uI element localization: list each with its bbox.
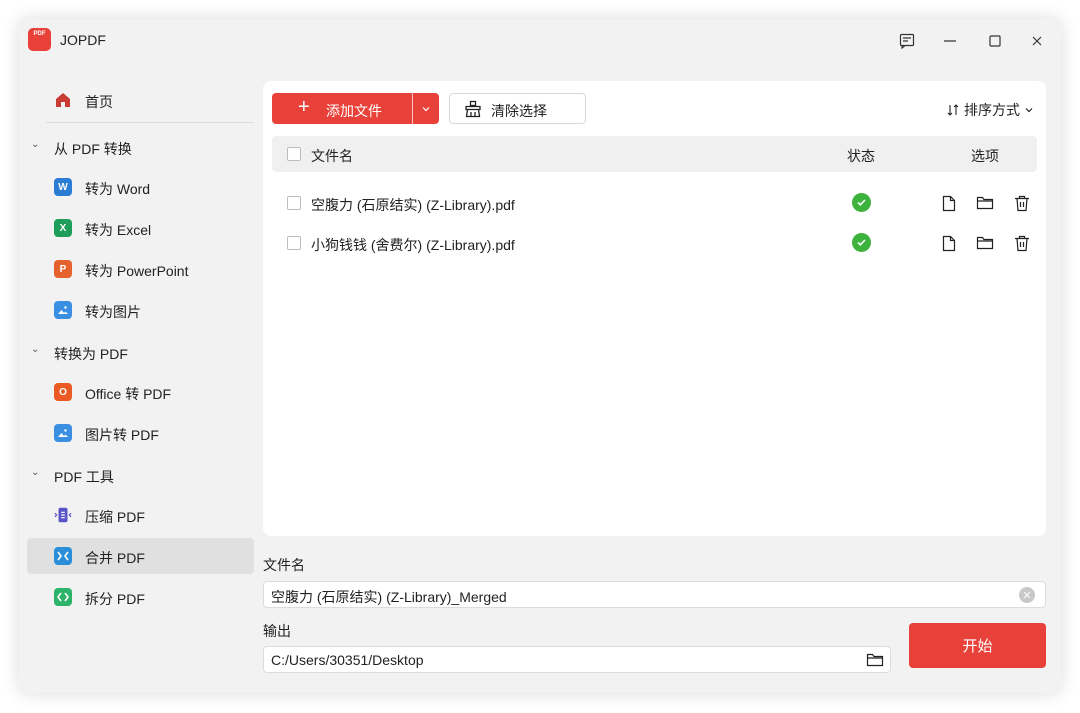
sidebar-item-merge-pdf[interactable]: 合并 PDF (27, 538, 254, 574)
feedback-button[interactable] (892, 27, 922, 55)
title-bar: PDF JOPDF (19, 19, 1061, 63)
compress-icon (54, 506, 72, 524)
output-filename-label: 文件名 (263, 557, 305, 573)
sidebar-group-to-pdf[interactable]: ⌄ 转换为 PDF (27, 337, 254, 367)
sidebar-item-home[interactable]: 首页 (27, 82, 254, 118)
plus-icon: + (298, 96, 310, 118)
sidebar-item-label: 压缩 PDF (85, 509, 145, 525)
select-all-checkbox[interactable] (287, 147, 301, 161)
clear-selection-button[interactable]: 清除选择 (449, 93, 586, 124)
open-file-button[interactable] (939, 233, 959, 253)
file-list-panel: + 添加文件 清除选择 排序方式 文件名 状态 选项 空腹力 (石原结实) (Z… (263, 81, 1046, 536)
delete-file-button[interactable] (1012, 233, 1032, 253)
table-header: 文件名 状态 选项 (272, 136, 1037, 172)
browse-folder-icon[interactable] (866, 651, 884, 669)
sidebar-item-label: 转为 Word (85, 181, 151, 197)
chevron-down-icon (422, 106, 430, 111)
sidebar-item-office-to-pdf[interactable]: O Office 转 PDF (27, 374, 254, 410)
maximize-icon (989, 35, 1001, 47)
chevron-down-icon: ⌄ (31, 467, 40, 478)
sidebar-group-pdf-tools[interactable]: ⌄ PDF 工具 (27, 460, 254, 490)
sidebar-divider (46, 122, 254, 123)
trash-icon (1015, 235, 1029, 251)
powerpoint-icon: P (54, 260, 72, 278)
sidebar-item-label: 转为 PowerPoint (85, 263, 189, 279)
sidebar-item-label: Office 转 PDF (85, 386, 172, 402)
file-icon (942, 235, 956, 251)
add-file-button[interactable]: + 添加文件 (272, 93, 439, 124)
start-button[interactable]: 开始 (909, 623, 1046, 668)
clear-input-icon[interactable]: ✕ (1019, 587, 1035, 603)
sidebar-item-label: 合并 PDF (85, 550, 145, 566)
delete-file-button[interactable] (1012, 193, 1032, 213)
split-icon (54, 588, 72, 606)
column-header-status: 状态 (847, 148, 875, 164)
success-check-icon (852, 193, 871, 212)
sidebar-item-to-excel[interactable]: X 转为 Excel (27, 210, 254, 246)
chevron-down-icon: ⌄ (31, 139, 40, 150)
open-folder-button[interactable] (975, 193, 995, 213)
column-header-options: 选项 (971, 148, 999, 164)
app-logo: PDF (28, 28, 51, 51)
output-filename-input[interactable]: 空腹力 (石原结实) (Z-Library)_Merged ✕ (263, 581, 1046, 608)
sidebar-group-from-pdf[interactable]: ⌄ 从 PDF 转换 (27, 132, 254, 162)
open-file-button[interactable] (939, 193, 959, 213)
sidebar-item-to-image[interactable]: 转为图片 (27, 292, 254, 328)
sidebar-group-label: 从 PDF 转换 (54, 141, 132, 157)
open-folder-button[interactable] (975, 233, 995, 253)
sidebar-group-label: PDF 工具 (54, 469, 114, 485)
close-icon (1032, 36, 1042, 46)
file-name: 空腹力 (石原结实) (Z-Library).pdf (311, 197, 515, 213)
output-path-value: C:/Users/30351/Desktop (271, 652, 424, 668)
merge-icon (54, 547, 72, 565)
office-icon: O (54, 383, 72, 401)
sort-icon (947, 104, 959, 116)
sidebar-item-label: 拆分 PDF (85, 591, 145, 607)
sidebar-item-to-powerpoint[interactable]: P 转为 PowerPoint (27, 251, 254, 287)
chevron-down-icon (1025, 108, 1033, 113)
folder-icon (976, 196, 994, 210)
excel-icon: X (54, 219, 72, 237)
home-icon (54, 91, 72, 109)
close-button[interactable] (1022, 27, 1052, 55)
sort-label: 排序方式 (964, 102, 1020, 118)
output-filename-value: 空腹力 (石原结实) (Z-Library)_Merged (271, 589, 507, 605)
word-icon: W (54, 178, 72, 196)
sidebar-item-to-word[interactable]: W 转为 Word (27, 169, 254, 205)
chevron-down-icon: ⌄ (31, 344, 40, 355)
minimize-icon (944, 40, 956, 42)
minimize-button[interactable] (935, 27, 965, 55)
output-path-label: 输出 (263, 623, 291, 639)
table-row: 小狗钱钱 (舍费尔) (Z-Library).pdf (272, 225, 1037, 261)
image-icon (54, 301, 72, 319)
image-icon (54, 424, 72, 442)
table-row: 空腹力 (石原结实) (Z-Library).pdf (272, 185, 1037, 221)
sidebar-item-compress-pdf[interactable]: 压缩 PDF (27, 497, 254, 533)
column-header-name: 文件名 (311, 148, 353, 164)
app-window: PDF JOPDF 首页 ⌄ 从 PDF 转换 W 转为 Word X 转为 E… (19, 19, 1061, 693)
sidebar-group-label: 转换为 PDF (54, 346, 128, 362)
file-icon (942, 195, 956, 211)
trash-icon (1015, 195, 1029, 211)
app-title: JOPDF (60, 32, 106, 48)
sidebar-item-label: 首页 (85, 94, 113, 110)
sidebar-item-image-to-pdf[interactable]: 图片转 PDF (27, 415, 254, 451)
add-file-label: 添加文件 (326, 103, 382, 119)
sidebar-item-label: 图片转 PDF (85, 427, 159, 443)
feedback-icon (899, 33, 915, 49)
maximize-button[interactable] (980, 27, 1010, 55)
output-path-input[interactable]: C:/Users/30351/Desktop (263, 646, 891, 673)
file-name: 小狗钱钱 (舍费尔) (Z-Library).pdf (311, 237, 515, 253)
success-check-icon (852, 233, 871, 252)
sidebar-item-split-pdf[interactable]: 拆分 PDF (27, 579, 254, 615)
clear-selection-label: 清除选择 (491, 103, 547, 119)
row-checkbox[interactable] (287, 196, 301, 210)
sidebar-item-label: 转为 Excel (85, 222, 152, 238)
folder-icon (976, 236, 994, 250)
row-checkbox[interactable] (287, 236, 301, 250)
sort-button[interactable]: 排序方式 (946, 100, 1034, 120)
add-file-dropdown[interactable] (413, 93, 439, 124)
sidebar-item-label: 转为图片 (85, 304, 141, 320)
broom-icon (465, 100, 481, 118)
